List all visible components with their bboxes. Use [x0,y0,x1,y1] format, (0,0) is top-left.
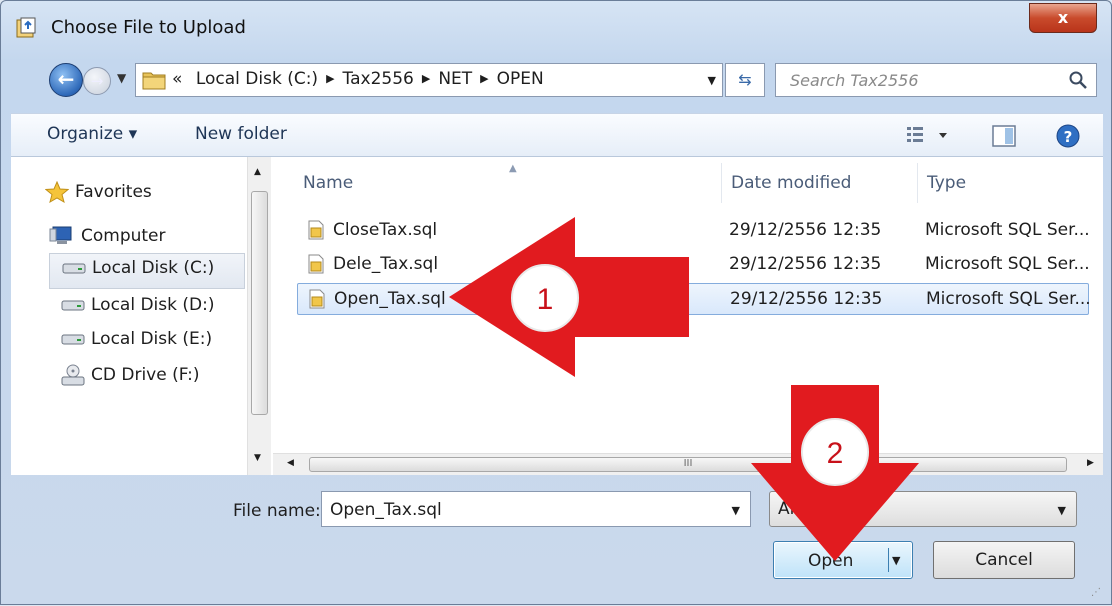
drive-icon [61,300,85,311]
sidebar-item-label: CD Drive (F:) [91,365,200,385]
forward-button[interactable]: → [83,67,111,95]
breadcrumb-chevron-icon[interactable]: ▶ [422,72,430,85]
file-row-selected[interactable]: Open_Tax.sql 29/12/2556 12:35 Microsoft … [297,283,1091,315]
sql-file-icon [308,254,324,274]
sql-file-icon [308,220,324,240]
open-button-label: Open [808,551,854,571]
breadcrumb-chevron-icon[interactable]: ▶ [480,72,488,85]
file-name: Dele_Tax.sql [333,254,439,274]
address-dropdown-icon[interactable]: ▼ [708,74,716,87]
file-type-value: All ...) [778,499,828,519]
sidebar-item-label: Local Disk (D:) [91,295,215,315]
cancel-button[interactable]: Cancel [933,541,1075,579]
sidebar-item-label: Local Disk (C:) [92,258,215,278]
open-options-dropdown-icon[interactable]: ▼ [892,554,900,567]
file-name-dropdown-icon[interactable]: ▼ [732,504,740,517]
folder-icon [142,72,166,90]
breadcrumb-open[interactable]: OPEN [497,69,544,89]
column-header-date-modified[interactable]: Date modified [731,173,851,193]
address-bar[interactable]: « Local Disk (C:) ▶ Tax2556 ▶ NET ▶ OPEN ▼ [135,63,723,97]
help-icon[interactable]: ? [1055,124,1081,150]
star-icon [45,181,69,203]
file-list-scrollbar[interactable]: ◀ III ▶ [273,453,1103,475]
file-name: Open_Tax.sql [334,289,446,309]
file-name: CloseTax.sql [333,220,438,240]
history-dropdown-icon[interactable]: ▼ [117,71,126,85]
file-type: Microsoft SQL Ser... [926,289,1091,309]
search-input[interactable]: Search Tax2556 [790,71,919,90]
file-upload-dialog: Choose File to Upload x ← → ▼ « Local Di… [0,0,1112,605]
breadcrumb-tax2556[interactable]: Tax2556 [343,69,414,89]
search-box[interactable]: Search Tax2556 [775,63,1097,97]
sidebar-item-local-disk-c[interactable]: Local Disk (C:) [49,253,245,289]
column-divider[interactable] [917,163,918,203]
drive-icon [61,334,85,345]
scroll-up-icon[interactable]: ▲ [254,167,261,177]
preview-pane-icon[interactable] [991,124,1017,148]
breadcrumb-chevron-icon[interactable]: ▶ [326,72,334,85]
sidebar-item-label: Computer [81,226,166,246]
file-type-dropdown-icon[interactable]: ▼ [1058,504,1066,517]
file-date: 29/12/2556 12:35 [730,289,883,309]
sidebar-item-local-disk-d[interactable]: Local Disk (D:) [61,295,214,315]
sort-ascending-icon: ▲ [509,163,517,174]
column-header-type[interactable]: Type [927,173,966,193]
upload-app-icon [16,17,36,38]
view-options-icon[interactable] [905,124,953,146]
column-header-name[interactable]: Name [303,173,353,193]
scroll-right-icon[interactable]: ▶ [1087,458,1094,468]
column-divider[interactable] [721,163,722,203]
sidebar-item-local-disk-e[interactable]: Local Disk (E:) [61,329,212,349]
sidebar-item-label: Local Disk (E:) [91,329,213,349]
navigation-pane-scrollbar[interactable]: ▲ ▼ [247,157,271,475]
scrollbar-thumb[interactable]: III [309,457,1067,472]
title-bar: Choose File to Upload x [1,1,1111,53]
refresh-icon[interactable]: ⇆ [725,63,765,97]
sidebar-item-cd-drive-f[interactable]: CD Drive (F:) [61,363,200,387]
command-bar: Organize ▾ New folder ? [11,113,1103,157]
close-button[interactable]: x [1029,3,1097,33]
search-icon[interactable] [1068,70,1088,90]
breadcrumb: « Local Disk (C:) ▶ Tax2556 ▶ NET ▶ OPEN [172,69,544,89]
drive-icon [62,263,86,274]
scroll-left-icon[interactable]: ◀ [287,458,294,468]
new-folder-button[interactable]: New folder [195,124,287,144]
breadcrumb-local-disk-c[interactable]: Local Disk (C:) [196,69,318,89]
file-type: Microsoft SQL Ser... [925,220,1090,240]
file-row[interactable]: Dele_Tax.sql 29/12/2556 12:35 Microsoft … [297,249,1090,281]
sql-file-icon [309,289,325,309]
window-title: Choose File to Upload [51,17,246,38]
breadcrumb-overflow[interactable]: « [172,69,182,89]
file-type: Microsoft SQL Ser... [925,254,1090,274]
file-date: 29/12/2556 12:35 [729,254,882,274]
file-name-label: File name: [233,501,321,521]
open-button[interactable]: Open ▼ [773,541,913,579]
split-divider [888,548,889,572]
breadcrumb-net[interactable]: NET [438,69,472,89]
organize-button[interactable]: Organize ▾ [47,124,137,144]
cd-drive-icon [61,364,85,386]
file-row[interactable]: CloseTax.sql 29/12/2556 12:35 Microsoft … [297,215,1090,247]
resize-grip-icon[interactable]: ⋰ [1091,587,1101,598]
file-type-select[interactable]: All ...) ▼ [769,491,1077,527]
file-name-value: Open_Tax.sql [330,500,442,520]
file-name-field[interactable]: Open_Tax.sql ▼ [321,491,751,527]
computer-icon [49,226,72,244]
scrollbar-thumb[interactable] [251,191,268,415]
scroll-down-icon[interactable]: ▼ [254,453,261,463]
file-date: 29/12/2556 12:35 [729,220,882,240]
file-list: Name ▲ Date modified Type CloseTax.sql 2… [273,157,1103,475]
sidebar-item-computer[interactable]: Computer [49,225,166,247]
back-button[interactable]: ← [49,63,83,97]
sidebar-item-label: Favorites [75,182,152,202]
sidebar-item-favorites[interactable]: Favorites [45,181,152,203]
browser-area: Favorites Computer Local Disk (C:) Local… [11,157,1103,475]
navigation-pane: Favorites Computer Local Disk (C:) Local… [11,157,247,475]
svg-text:?: ? [1064,128,1073,146]
